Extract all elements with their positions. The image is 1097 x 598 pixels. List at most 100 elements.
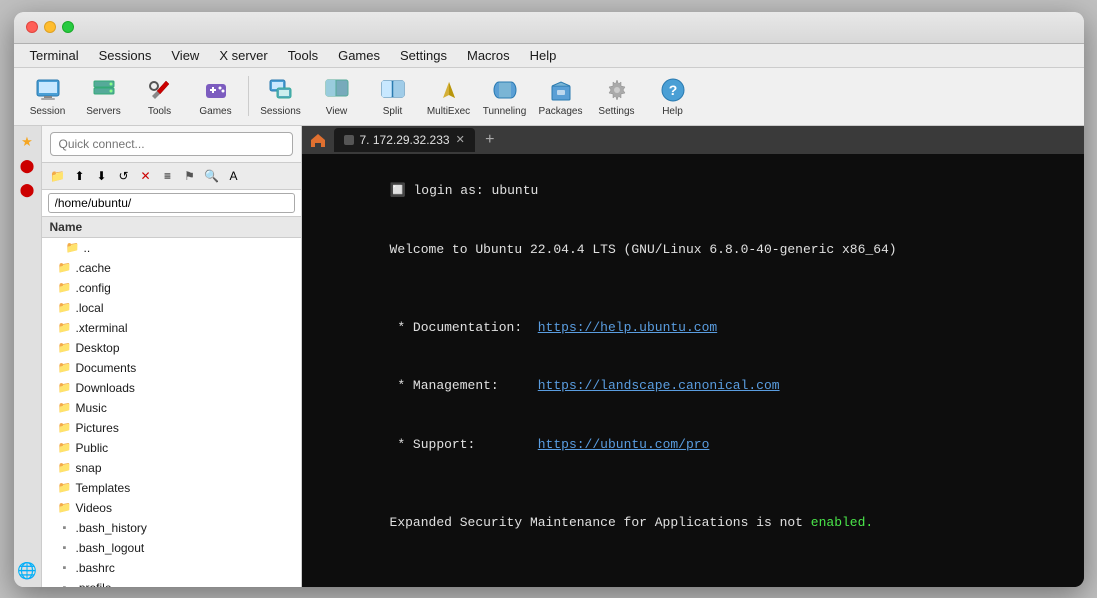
terminal-output[interactable]: 🔲 login as: ubuntu Welcome to Ubuntu 22.… [302, 154, 1084, 587]
packages-button[interactable]: Packages [535, 71, 587, 121]
terminal-area: 7. 172.29.32.233 ✕ + 🔲 login as: ubuntu … [302, 126, 1084, 587]
file-browser-panel: 📁 ⬆ ⬇ ↺ ✕ ≡ ⚑ 🔍 A Name [42, 126, 302, 587]
menu-xserver[interactable]: X server [211, 46, 275, 65]
packages-label: Packages [539, 106, 583, 117]
connect-icon[interactable]: ⬤ [17, 180, 37, 200]
minimize-button[interactable] [44, 21, 56, 33]
terminal-line: Expanded Security Maintenance for Applic… [312, 493, 1084, 552]
ssh-tab[interactable]: 7. 172.29.32.233 ✕ [334, 128, 475, 152]
close-button[interactable] [26, 21, 38, 33]
session-icon [34, 76, 62, 104]
list-item[interactable]: ▪ .bashrc [42, 558, 301, 578]
servers-icon [90, 76, 118, 104]
file-list-header: Name [42, 217, 301, 238]
menu-games[interactable]: Games [330, 46, 388, 65]
list-item[interactable]: 📁 Public [42, 438, 301, 458]
new-tab-button[interactable]: + [479, 129, 501, 151]
servers-label: Servers [86, 106, 120, 117]
packages-icon [547, 76, 575, 104]
list-item[interactable]: 📁 Documents [42, 358, 301, 378]
file-name: Music [76, 401, 107, 415]
menu-view[interactable]: View [163, 46, 207, 65]
file-more-btn[interactable]: A [224, 166, 244, 186]
main-content: ★ ⬤ ⬤ 🌐 📁 ⬆ ⬇ ↺ ✕ ≡ ⚑ 🔍 A [14, 126, 1084, 587]
file-name: Templates [76, 481, 131, 495]
list-item[interactable]: 📁 Pictures [42, 418, 301, 438]
list-item[interactable]: ▪ .profile [42, 578, 301, 587]
list-item[interactable]: 📁 snap [42, 458, 301, 478]
file-search-btn[interactable]: 🔍 [202, 166, 222, 186]
servers-button[interactable]: Servers [78, 71, 130, 121]
menu-sessions[interactable]: Sessions [91, 46, 160, 65]
menu-settings[interactable]: Settings [392, 46, 455, 65]
left-arrow-icon[interactable]: ⬤ [17, 156, 37, 176]
split-button[interactable]: Split [367, 71, 419, 121]
file-icon: ▪ [58, 561, 72, 575]
folder-icon: 📁 [58, 321, 72, 335]
tunneling-button[interactable]: Tunneling [479, 71, 531, 121]
view-button[interactable]: View [311, 71, 363, 121]
file-new-folder-btn[interactable]: 📁 [48, 166, 68, 186]
file-flag-btn[interactable]: ⚑ [180, 166, 200, 186]
tools-button[interactable]: Tools [134, 71, 186, 121]
file-list-view-btn[interactable]: ≡ [158, 166, 178, 186]
file-download-btn[interactable]: ⬇ [92, 166, 112, 186]
list-item[interactable]: ▪ .bash_logout [42, 538, 301, 558]
menu-tools[interactable]: Tools [280, 46, 326, 65]
quick-connect-input[interactable] [50, 132, 293, 156]
list-item-templates[interactable]: 📁 Templates [42, 478, 301, 498]
list-item[interactable]: 📁 Desktop [42, 338, 301, 358]
help-label: Help [662, 106, 683, 117]
multiexec-label: MultiExec [427, 106, 470, 117]
list-item[interactable]: 📁 Music [42, 398, 301, 418]
home-tab-icon[interactable] [306, 128, 330, 152]
menu-macros[interactable]: Macros [459, 46, 518, 65]
games-label: Games [199, 106, 231, 117]
multiexec-button[interactable]: MultiExec [423, 71, 475, 121]
session-button[interactable]: Session [22, 71, 74, 121]
games-icon [202, 76, 230, 104]
list-item-downloads[interactable]: 📁 Downloads [42, 378, 301, 398]
file-toolbar: 📁 ⬆ ⬇ ↺ ✕ ≡ ⚑ 🔍 A [42, 163, 301, 190]
sessions-icon [267, 76, 295, 104]
folder-icon: 📁 [58, 481, 72, 495]
file-name: .bashrc [76, 561, 115, 575]
terminal-line: Welcome to Ubuntu 22.04.4 LTS (GNU/Linux… [312, 220, 1084, 279]
list-item[interactable]: 📁 Videos [42, 498, 301, 518]
sessions-button[interactable]: Sessions [255, 71, 307, 121]
bookmarks-icon[interactable]: ★ [17, 132, 37, 152]
split-label: Split [383, 106, 402, 117]
tab-bar: 7. 172.29.32.233 ✕ + [302, 126, 1084, 154]
path-input[interactable] [48, 193, 295, 213]
folder-icon: 📁 [58, 381, 72, 395]
list-item[interactable]: ▪ .bash_history [42, 518, 301, 538]
file-upload-btn[interactable]: ⬆ [70, 166, 90, 186]
list-item[interactable]: 📁 .local [42, 298, 301, 318]
settings-button[interactable]: Settings [591, 71, 643, 121]
planet-icon[interactable]: 🌐 [17, 561, 37, 581]
games-button[interactable]: Games [190, 71, 242, 121]
file-name: Downloads [76, 381, 135, 395]
terminal-line [312, 279, 1084, 299]
folder-icon: 📁 [58, 441, 72, 455]
maximize-button[interactable] [62, 21, 74, 33]
file-name: .bash_logout [76, 541, 145, 555]
tab-close-button[interactable]: ✕ [456, 133, 465, 146]
file-list: 📁 .. 📁 .cache 📁 .config 📁 .local 📁 [42, 238, 301, 587]
file-refresh-btn[interactable]: ↺ [114, 166, 134, 186]
menu-terminal[interactable]: Terminal [22, 46, 87, 65]
file-name: .config [76, 281, 111, 295]
menu-help[interactable]: Help [522, 46, 565, 65]
list-item[interactable]: 📁 .cache [42, 258, 301, 278]
session-label: Session [30, 106, 66, 117]
quick-connect-area [42, 126, 301, 163]
multiexec-icon [435, 76, 463, 104]
help-button[interactable]: ? Help [647, 71, 699, 121]
terminal-line: 205 updates can be applied immediately. [312, 571, 1084, 587]
terminal-line: * Documentation: https://help.ubuntu.com [312, 298, 1084, 357]
list-item[interactable]: 📁 .. [42, 238, 301, 258]
file-stop-btn[interactable]: ✕ [136, 166, 156, 186]
list-item[interactable]: 📁 .config [42, 278, 301, 298]
toolbar-divider-1 [248, 76, 249, 116]
list-item[interactable]: 📁 .xterminal [42, 318, 301, 338]
